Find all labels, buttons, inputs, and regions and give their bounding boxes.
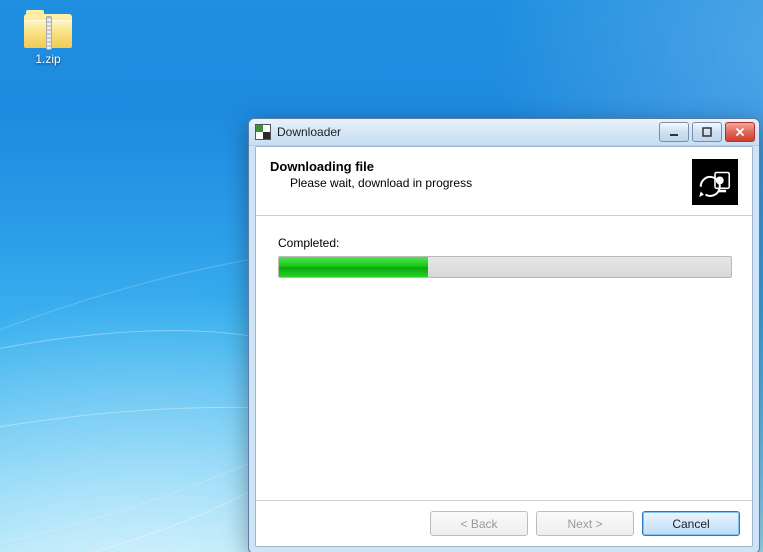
- window-controls: [659, 122, 755, 142]
- wizard-footer: < Back Next > Cancel: [256, 500, 752, 546]
- desktop-icon-zip[interactable]: 1.zip: [10, 8, 86, 66]
- wizard-body: Completed:: [256, 216, 752, 500]
- desktop-icon-label: 1.zip: [10, 52, 86, 66]
- progress-fill: [279, 257, 428, 277]
- app-icon: [255, 124, 271, 140]
- minimize-button[interactable]: [659, 122, 689, 142]
- titlebar[interactable]: Downloader: [249, 119, 759, 146]
- progress-label: Completed:: [278, 236, 730, 250]
- close-button[interactable]: [725, 122, 755, 142]
- wizard-header: Downloading file Please wait, download i…: [256, 147, 752, 215]
- window-title: Downloader: [277, 125, 659, 139]
- back-button[interactable]: < Back: [430, 511, 528, 536]
- installer-icon: [692, 159, 738, 205]
- zip-folder-icon: [24, 10, 72, 48]
- cancel-button[interactable]: Cancel: [642, 511, 740, 536]
- maximize-button[interactable]: [692, 122, 722, 142]
- wizard-subheading: Please wait, download in progress: [290, 176, 692, 190]
- desktop: 1.zip Downloader Downloading file: [0, 0, 763, 552]
- next-button[interactable]: Next >: [536, 511, 634, 536]
- downloader-window: Downloader Downloading file Please wait,…: [248, 118, 760, 552]
- progress-bar: [278, 256, 732, 278]
- client-area: Downloading file Please wait, download i…: [255, 146, 753, 547]
- wizard-heading: Downloading file: [270, 159, 692, 174]
